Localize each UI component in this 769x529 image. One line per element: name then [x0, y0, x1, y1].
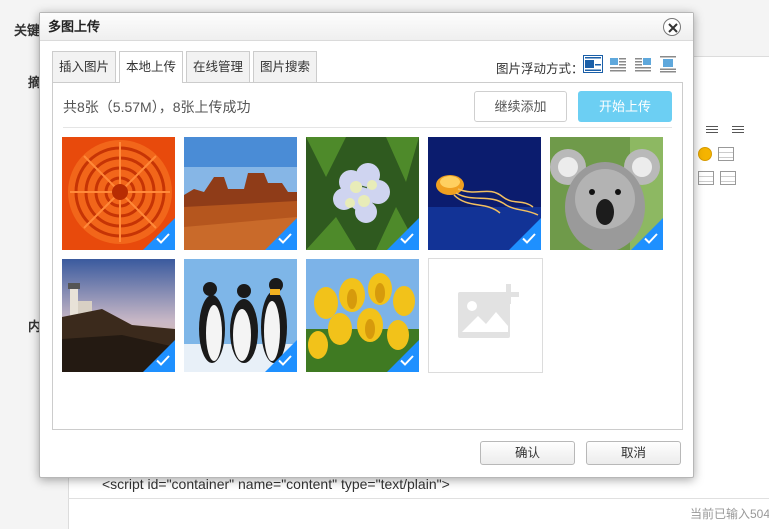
multi-image-upload-dialog: 多图上传 插入图片 本地上传 在线管理 图片搜索 图片浮动方式： 共8张（5.5… [39, 12, 694, 478]
image-thumbnail[interactable] [62, 137, 175, 250]
checkmark-icon [400, 233, 414, 244]
image-thumbnail[interactable] [62, 259, 175, 372]
code-line: <script id="container" name="content" ty… [102, 476, 450, 492]
print-icon[interactable] [720, 171, 736, 185]
divider [68, 498, 769, 499]
dialog-title: 多图上传 [40, 13, 693, 41]
tab-insert-image[interactable]: 插入图片 [52, 51, 117, 82]
image-thumbnail[interactable] [184, 259, 297, 372]
row-spacing-icon[interactable] [728, 121, 748, 139]
cancel-button[interactable]: 取消 [586, 441, 681, 465]
continue-add-button[interactable]: 继续添加 [474, 91, 567, 122]
checkmark-icon [278, 233, 292, 244]
checkmark-icon [400, 355, 414, 366]
float-mode-label: 图片浮动方式： [496, 62, 584, 76]
tab-online-manage[interactable]: 在线管理 [186, 51, 251, 82]
upload-panel: 共8张（5.57M），8张上传成功 继续添加 开始上传 [52, 82, 683, 430]
tab-bar: 插入图片 本地上传 在线管理 图片搜索 [52, 51, 320, 83]
float-none-icon[interactable] [583, 55, 603, 73]
add-image-tile[interactable] [428, 258, 543, 373]
add-image-icon [458, 284, 519, 338]
upload-info-bar: 共8张（5.57M），8张上传成功 继续添加 开始上传 [63, 91, 672, 128]
image-thumbnail[interactable] [306, 137, 419, 250]
line-height-icon[interactable] [702, 121, 722, 139]
image-thumbnail[interactable] [306, 259, 419, 372]
float-left-icon[interactable] [608, 55, 628, 73]
tab-image-search[interactable]: 图片搜索 [253, 51, 318, 82]
checkmark-icon [278, 355, 292, 366]
float-center-icon[interactable] [658, 55, 678, 73]
tab-local-upload[interactable]: 本地上传 [119, 51, 184, 83]
float-mode-options [583, 55, 678, 73]
checkmark-icon [156, 233, 170, 244]
checkmark-icon [156, 355, 170, 366]
image-thumbnail[interactable] [184, 137, 297, 250]
upload-status-text: 共8张（5.57M），8张上传成功 [63, 99, 251, 115]
image-thumbnail[interactable] [550, 137, 663, 250]
char-count-status: 当前已输入504 [690, 507, 769, 521]
start-upload-button[interactable]: 开始上传 [578, 91, 672, 122]
keywords-label: 关键 [14, 23, 41, 38]
float-right-icon[interactable] [633, 55, 653, 73]
close-icon[interactable] [663, 18, 681, 36]
emotion-icon[interactable] [698, 147, 712, 161]
chart-icon[interactable] [698, 171, 714, 185]
confirm-button[interactable]: 确认 [480, 441, 575, 465]
checkmark-icon [522, 233, 536, 244]
scrawl-icon[interactable] [718, 147, 734, 161]
checkmark-icon [644, 233, 658, 244]
image-thumbnail[interactable] [428, 137, 541, 250]
